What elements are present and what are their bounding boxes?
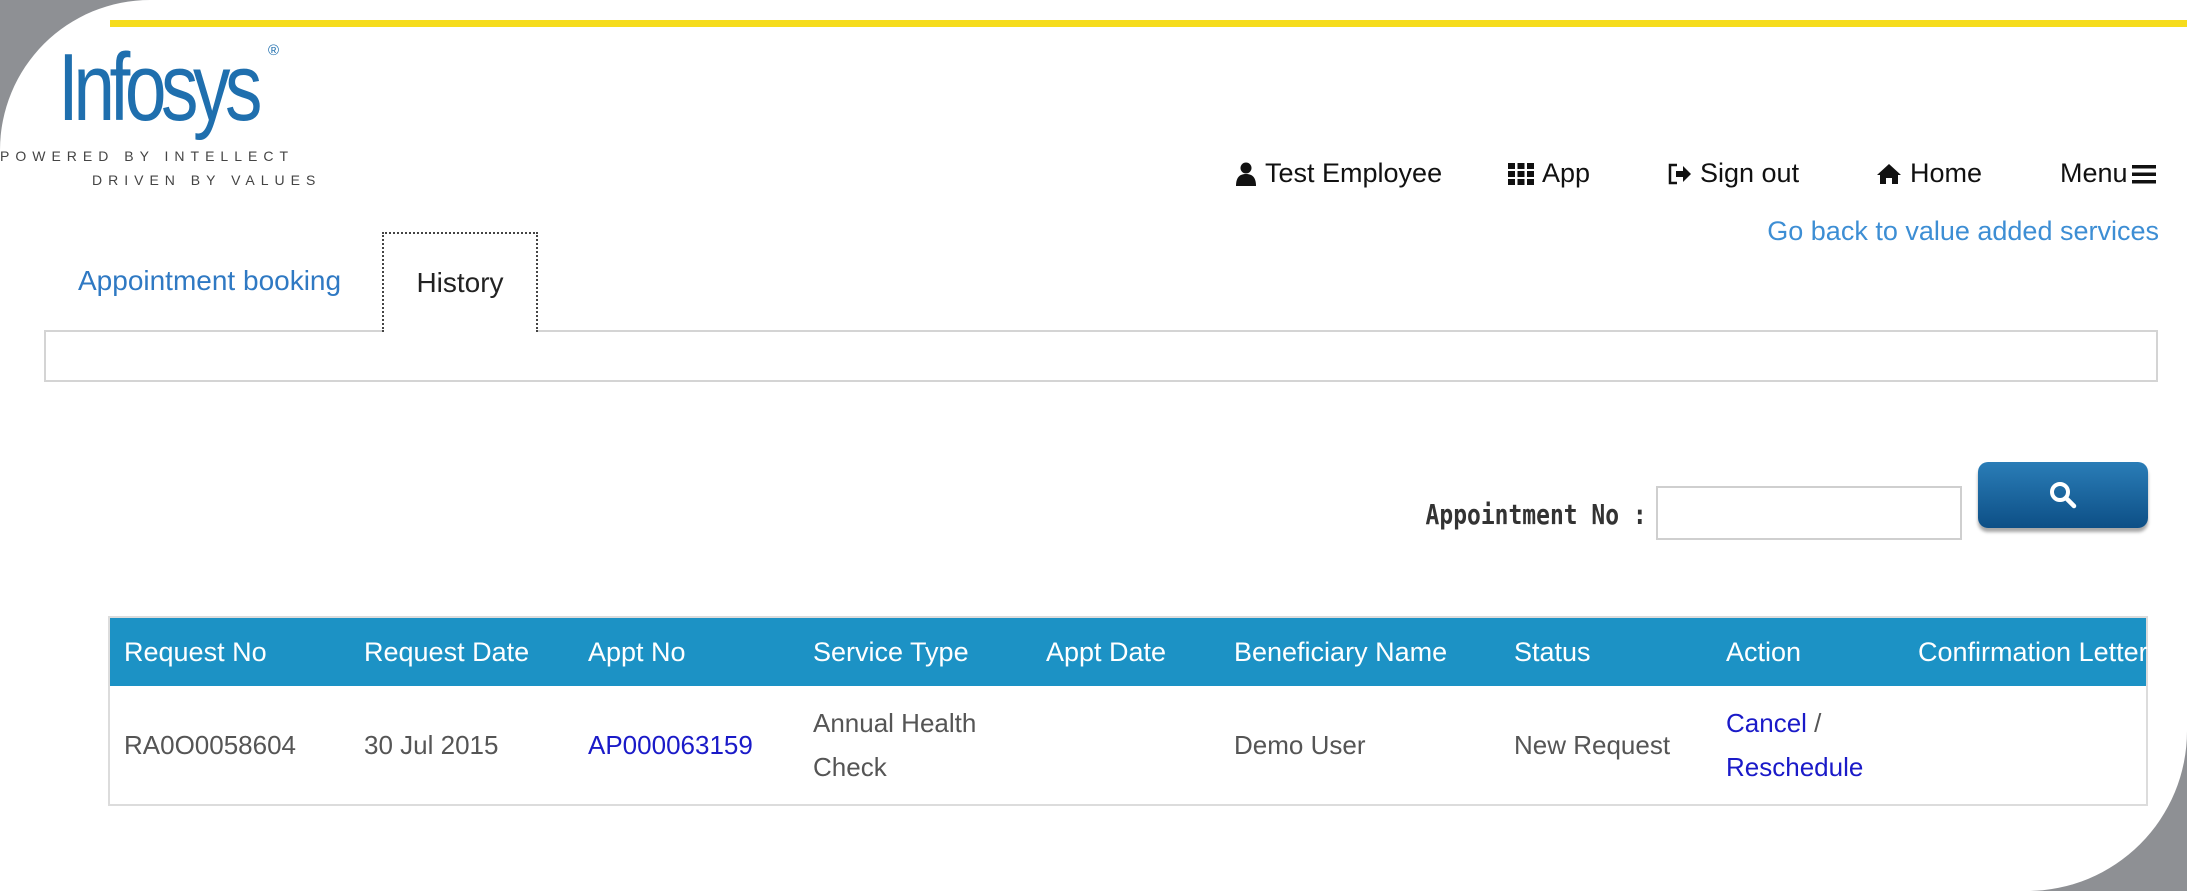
col-request-no: Request No <box>124 636 267 667</box>
table-header: Request No Request Date Appt No Service … <box>110 618 2148 686</box>
tab-history[interactable]: History <box>382 232 538 332</box>
cell-request-no: RA0O0058604 <box>124 729 297 760</box>
page-frame: Infosys ® POWERED BY INTELLECT DRIVEN BY… <box>0 0 2187 891</box>
col-appt-date: Appt Date <box>1046 636 1167 667</box>
table-row: RA0O0058604 30 Jul 2015 AP000063159 Annu… <box>110 686 2146 804</box>
accent-line <box>110 20 2187 27</box>
nav-signout[interactable]: Sign out <box>1668 158 1799 189</box>
search-icon <box>2050 482 2077 509</box>
infosys-logo[interactable]: Infosys ® POWERED BY INTELLECT DRIVEN BY… <box>0 38 340 198</box>
logo-tagline-line2: DRIVEN BY VALUES <box>92 172 322 188</box>
col-service-type: Service Type <box>813 636 969 667</box>
col-beneficiary-name: Beneficiary Name <box>1234 636 1448 667</box>
col-appt-no: Appt No <box>588 636 686 667</box>
tab-content-strip <box>44 330 2158 382</box>
cell-service-type: Annual Health Check <box>813 686 976 804</box>
nav-user[interactable]: Test Employee <box>1235 158 1442 189</box>
logo-tagline-line1: POWERED BY INTELLECT <box>0 148 295 164</box>
home-icon <box>1877 163 1901 184</box>
service-type-line1: Annual Health <box>813 708 977 738</box>
nav-app[interactable]: App <box>1508 158 1590 189</box>
appointment-no-label: Appointment No : <box>1425 498 1647 531</box>
nav-menu-label: Menu <box>2060 158 2128 188</box>
col-action: Action <box>1726 636 1802 667</box>
cancel-link[interactable]: Cancel <box>1726 708 1807 738</box>
sign-out-icon <box>1668 163 1691 184</box>
col-request-date: Request Date <box>364 636 530 667</box>
nav-home[interactable]: Home <box>1876 158 1982 189</box>
cell-status: New Request <box>1514 729 1671 760</box>
cancel-row: Cancel / <box>1726 701 1821 745</box>
cell-request-date: 30 Jul 2015 <box>364 729 499 760</box>
service-type-line2: Check <box>813 752 887 782</box>
tab-appointment-booking[interactable]: Appointment booking <box>78 232 341 330</box>
nav-user-label: Test Employee <box>1265 158 1443 188</box>
nav-signout-label: Sign out <box>1700 158 1800 188</box>
appointment-no-input[interactable] <box>1656 486 1962 540</box>
grid-icon <box>1508 162 1534 185</box>
user-icon <box>1236 162 1256 186</box>
logo-wordmark: Infosys <box>58 34 262 141</box>
cell-action: Cancel / Reschedule <box>1726 686 1863 804</box>
back-to-services-link[interactable]: Go back to value added services <box>1767 216 2159 247</box>
nav-menu[interactable]: Menu <box>2060 158 2156 189</box>
hamburger-icon <box>2131 164 2156 183</box>
history-table: Request No Request Date Appt No Service … <box>108 616 2148 806</box>
action-separator: / <box>1814 708 1822 738</box>
registered-mark: ® <box>268 42 280 59</box>
nav-home-label: Home <box>1910 158 1983 188</box>
cell-appt-no-link[interactable]: AP000063159 <box>588 686 753 804</box>
cell-beneficiary-name: Demo User <box>1234 729 1366 760</box>
search-button[interactable] <box>1978 462 2148 528</box>
col-confirmation-letter: Confirmation Letter <box>1918 636 2148 667</box>
col-status: Status <box>1514 636 1591 667</box>
reschedule-link[interactable]: Reschedule <box>1726 745 1863 789</box>
nav-app-label: App <box>1542 158 1591 188</box>
